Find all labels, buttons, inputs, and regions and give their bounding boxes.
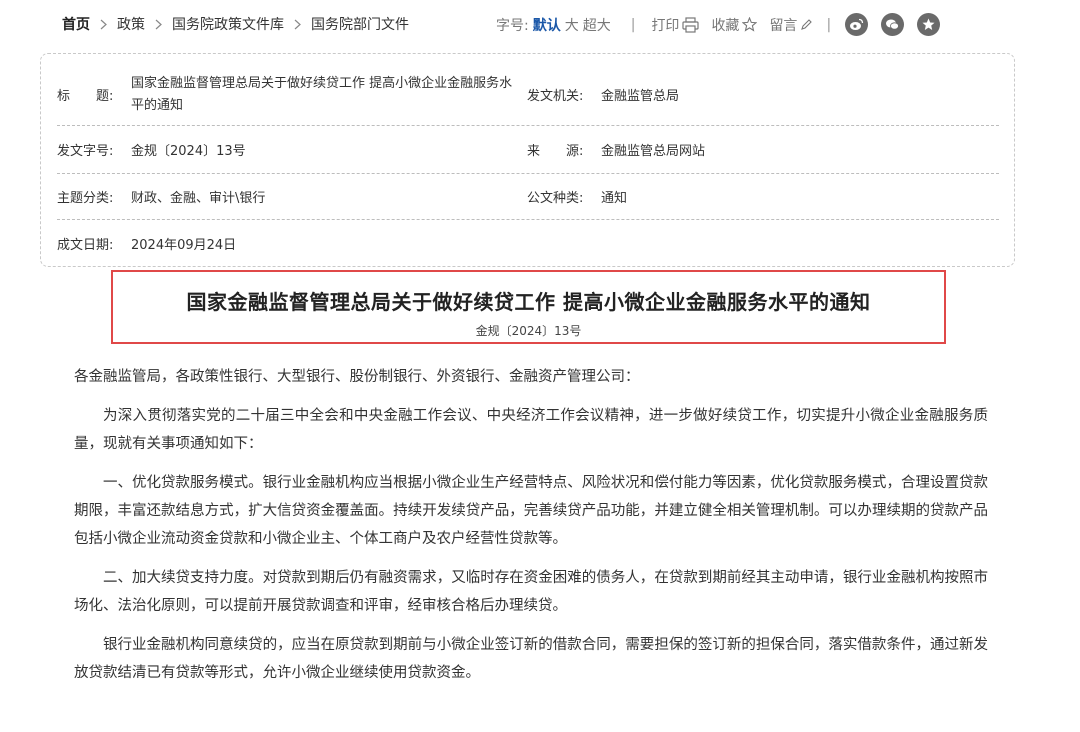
document-metadata-box: 标 题: 国家金融监督管理总局关于做好续贷工作 提高小微企业金融服务水平的通知 …: [40, 53, 1015, 267]
meta-issuer-value: 金融监管总局: [601, 89, 680, 104]
chevron-right-icon: [294, 19, 301, 30]
toolbar-divider: |: [630, 16, 636, 33]
meta-title: 标 题: 国家金融监督管理总局关于做好续贷工作 提高小微企业金融服务水平的通知: [57, 73, 527, 117]
weibo-icon[interactable]: [845, 13, 869, 36]
comment-button[interactable]: 留言: [769, 15, 813, 35]
chevron-right-icon: [155, 19, 162, 30]
meta-title-value: 国家金融监督管理总局关于做好续贷工作 提高小微企业金融服务水平的通知: [131, 75, 513, 113]
meta-category-label: 主题分类:: [57, 191, 114, 206]
meta-row-category: 主题分类: 财政、金融、审计\银行 公文种类: 通知: [57, 174, 999, 220]
comment-label: 留言: [769, 17, 798, 34]
body-paragraph: 一、优化贷款服务模式。银行业金融机构应当根据小微企业生产经营特点、风险状况和偿付…: [74, 475, 988, 547]
qzone-icon[interactable]: [917, 13, 941, 36]
document-number: 金规〔2024〕13号: [475, 324, 582, 338]
meta-source-label: 来 源:: [527, 144, 584, 159]
pencil-icon: [801, 18, 813, 30]
meta-category-value: 财政、金融、审计\银行: [131, 191, 266, 206]
meta-source: 来 源: 金融监管总局网站: [527, 140, 705, 159]
meta-row-title: 标 题: 国家金融监督管理总局关于做好续贷工作 提高小微企业金融服务水平的通知 …: [57, 64, 999, 126]
meta-doc-type-label: 公文种类:: [527, 191, 584, 206]
breadcrumb-home[interactable]: 首页: [62, 14, 90, 34]
printer-icon: [682, 16, 700, 33]
meta-row-doc-no: 发文字号: 金规〔2024〕13号 来 源: 金融监管总局网站: [57, 126, 999, 174]
font-size-xlarge-button[interactable]: 超大: [583, 15, 611, 35]
top-bar: 首页 政策 国务院政策文件库 国务院部门文件 字号: 默认 大 超大 | 打印 …: [0, 0, 1080, 50]
meta-source-value: 金融监管总局网站: [601, 144, 706, 159]
font-size-default-button[interactable]: 默认: [533, 15, 561, 35]
meta-doc-no-label: 发文字号:: [57, 144, 114, 159]
meta-doc-no-value: 金规〔2024〕13号: [131, 144, 246, 159]
document-body: 各金融监管局，各政策性银行、大型银行、股份制银行、外资银行、金融资产管理公司： …: [74, 363, 988, 698]
print-label: 打印: [651, 17, 680, 34]
wechat-icon[interactable]: [881, 13, 905, 36]
salutation-paragraph: 各金融监管局，各政策性银行、大型银行、股份制银行、外资银行、金融资产管理公司：: [74, 369, 640, 385]
meta-category: 主题分类: 财政、金融、审计\银行: [57, 187, 527, 206]
star-icon: [742, 17, 758, 32]
meta-issuer-label: 发文机关:: [527, 89, 584, 104]
breadcrumb-policy[interactable]: 政策: [117, 14, 145, 34]
breadcrumb-department-docs[interactable]: 国务院部门文件: [311, 14, 409, 34]
share-group: [845, 13, 953, 36]
document-title: 国家金融监督管理总局关于做好续贷工作 提高小微企业金融服务水平的通知: [186, 290, 871, 314]
breadcrumb: 首页 政策 国务院政策文件库 国务院部门文件: [62, 14, 409, 34]
body-paragraph: 为深入贯彻落实党的二十届三中全会和中央金融工作会议、中央经济工作会议精神，进一步…: [74, 408, 988, 452]
font-size-large-button[interactable]: 大: [565, 15, 579, 35]
meta-title-label: 标 题:: [57, 89, 114, 104]
font-size-label: 字号:: [496, 17, 529, 34]
document-title-highlight: 国家金融监督管理总局关于做好续贷工作 提高小微企业金融服务水平的通知 金规〔20…: [111, 270, 946, 344]
breadcrumb-policy-library[interactable]: 国务院政策文件库: [172, 14, 284, 34]
meta-doc-type: 公文种类: 通知: [527, 187, 627, 206]
meta-row-date: 成文日期: 2024年09月24日: [57, 220, 999, 266]
toolbar-divider-2: |: [826, 16, 832, 33]
page-tools: 字号: 默认 大 超大 | 打印 收藏 留言 |: [496, 13, 953, 36]
meta-date: 成文日期: 2024年09月24日: [57, 234, 527, 253]
meta-date-label: 成文日期:: [57, 237, 114, 253]
favorite-button[interactable]: 收藏: [711, 15, 758, 35]
body-paragraph: 银行业金融机构同意续贷的，应当在原贷款到期前与小微企业签订新的借款合同，需要担保…: [74, 637, 988, 681]
print-button[interactable]: 打印: [651, 15, 700, 35]
meta-issuer: 发文机关: 金融监管总局: [527, 85, 679, 104]
chevron-right-icon: [100, 19, 107, 30]
favorite-label: 收藏: [711, 17, 740, 34]
meta-date-value: 2024年09月24日: [131, 237, 237, 253]
meta-doc-type-value: 通知: [601, 191, 628, 206]
meta-doc-no: 发文字号: 金规〔2024〕13号: [57, 140, 527, 159]
body-paragraph: 二、加大续贷支持力度。对贷款到期后仍有融资需求，又临时存在资金困难的债务人，在贷…: [74, 570, 988, 614]
